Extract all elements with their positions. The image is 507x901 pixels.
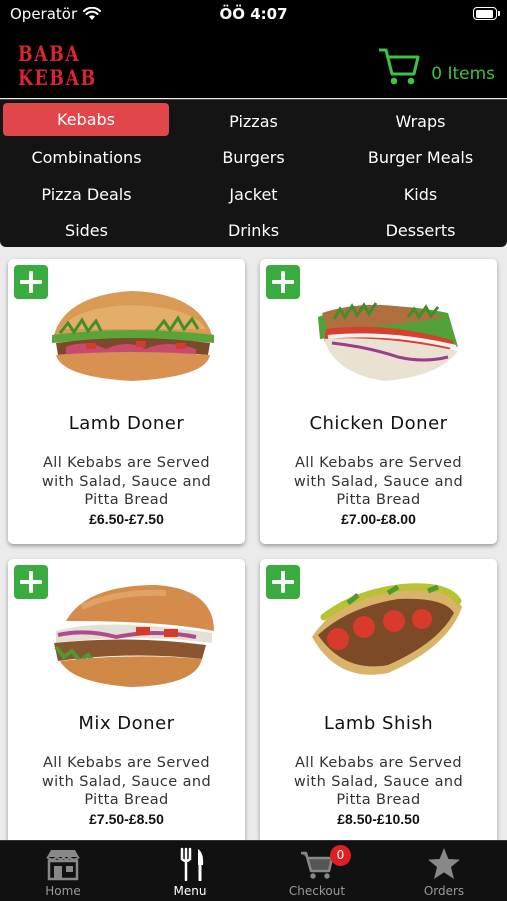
category-burgers[interactable]: Burgers: [170, 140, 337, 177]
tab-checkout-label: Checkout: [288, 884, 346, 898]
category-combinations[interactable]: Combinations: [3, 140, 170, 177]
fork-knife-icon: [180, 847, 204, 881]
product-card[interactable]: Lamb Shish All Kebabs are Served with Sa…: [260, 559, 497, 844]
product-name: Lamb Doner: [68, 413, 185, 434]
add-to-cart-button[interactable]: [14, 565, 48, 599]
mix-doner-image: [54, 585, 214, 687]
logo-line-2: KEBAB: [18, 65, 97, 90]
cart-icon: [379, 48, 420, 85]
cart-button[interactable]: 0 Items: [377, 44, 495, 88]
category-sides[interactable]: Sides: [3, 213, 170, 250]
product-description: All Kebabs are Served with Salad, Sauce …: [41, 455, 212, 508]
tab-home[interactable]: Home: [0, 841, 126, 901]
product-price: £6.50-£7.50: [89, 511, 164, 527]
category-panel: Kebabs Pizzas Wraps Combinations Burgers…: [0, 99, 507, 247]
category-drinks[interactable]: Drinks: [170, 213, 337, 250]
logo-line-1: BABA: [18, 41, 81, 66]
lamb-shish-image: [312, 583, 462, 675]
tab-checkout[interactable]: Checkout: [254, 841, 380, 901]
battery-icon: [473, 7, 500, 20]
category-burger-meals[interactable]: Burger Meals: [337, 140, 504, 177]
product-name: Lamb Shish: [323, 713, 434, 734]
product-name: Chicken Doner: [309, 413, 448, 434]
clock: ÖÖ 4:07: [219, 5, 288, 23]
product-card[interactable]: Lamb Doner All Kebabs are Served with Sa…: [8, 259, 245, 544]
tab-menu[interactable]: Menu: [127, 841, 253, 901]
product-card[interactable]: Mix Doner All Kebabs are Served with Sal…: [8, 559, 245, 844]
add-to-cart-button[interactable]: [266, 565, 300, 599]
status-bar: Operatör ÖÖ 4:07: [0, 0, 507, 30]
product-price: £8.50-£10.50: [337, 811, 420, 827]
product-name: Mix Doner: [78, 713, 175, 734]
cart-item-count: 0 Items: [431, 64, 495, 84]
add-to-cart-button[interactable]: [266, 265, 300, 299]
category-jacket[interactable]: Jacket: [170, 176, 337, 213]
chicken-doner-image: [318, 302, 458, 381]
product-price: £7.00-£8.00: [341, 511, 416, 527]
product-description: All Kebabs are Served with Salad, Sauce …: [41, 755, 212, 808]
product-card[interactable]: Chicken Doner All Kebabs are Served with…: [260, 259, 497, 544]
tab-home-label: Home: [45, 884, 81, 898]
category-kebabs[interactable]: Kebabs: [3, 103, 169, 136]
checkout-badge: 0: [330, 845, 351, 866]
category-desserts[interactable]: Desserts: [337, 213, 504, 250]
star-icon: [428, 848, 460, 879]
tab-menu-label: Menu: [173, 884, 207, 898]
app-header: BABA KEBAB 0 Items: [0, 30, 507, 98]
product-description: All Kebabs are Served with Salad, Sauce …: [293, 455, 464, 508]
tab-orders[interactable]: Orders: [381, 841, 507, 901]
category-pizzas[interactable]: Pizzas: [170, 103, 337, 140]
tab-orders-label: Orders: [423, 884, 465, 898]
category-pizza-deals[interactable]: Pizza Deals: [3, 176, 170, 213]
category-kids[interactable]: Kids: [337, 176, 504, 213]
add-to-cart-button[interactable]: [14, 265, 48, 299]
lamb-doner-image: [52, 291, 214, 381]
product-price: £7.50-£8.50: [89, 811, 164, 827]
product-description: All Kebabs are Served with Salad, Sauce …: [293, 755, 464, 808]
category-wraps[interactable]: Wraps: [337, 103, 504, 140]
logo[interactable]: BABA KEBAB: [18, 42, 97, 90]
bottom-tab-bar: Home Menu Checkout Orders: [0, 840, 507, 901]
store-icon: [46, 850, 80, 881]
